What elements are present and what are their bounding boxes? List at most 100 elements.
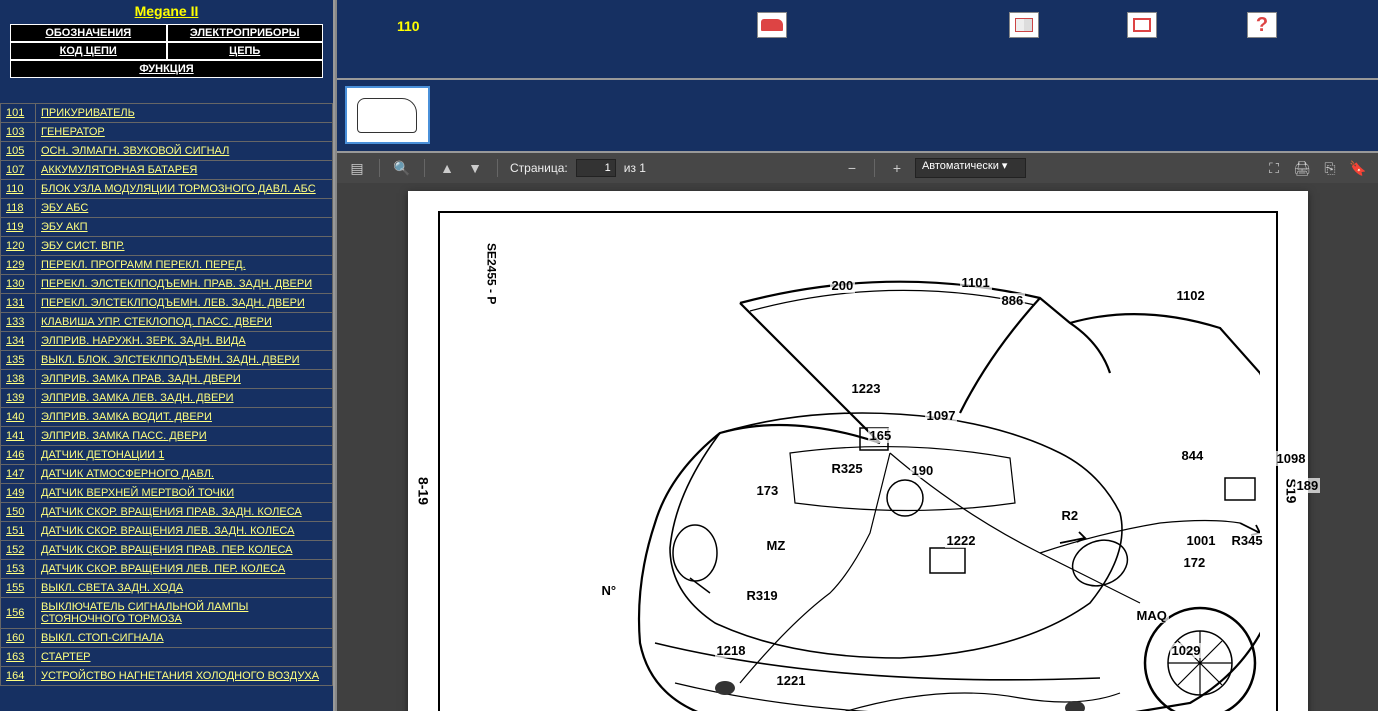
desc-cell[interactable]: ПЕРЕКЛ. ЭЛСТЕКЛПОДЪЕМН. ПРАВ. ЗАДН. ДВЕР… (36, 275, 333, 294)
sidebar-row[interactable]: 101 ПРИКУРИВАТЕЛЬ (1, 104, 333, 123)
desc-cell[interactable]: ДАТЧИК АТМОСФЕРНОГО ДАВЛ. (36, 465, 333, 484)
sidebar-row[interactable]: 153ДАТЧИК СКОР. ВРАЩЕНИЯ ЛЕВ. ПЕР. КОЛЕС… (1, 560, 333, 579)
code-link[interactable]: 103 (6, 126, 24, 138)
sidebar-row[interactable]: 163СТАРТЕР (1, 648, 333, 667)
code-link[interactable]: 139 (6, 392, 24, 404)
page-thumbnail[interactable] (345, 86, 430, 144)
code-link[interactable]: 141 (6, 430, 24, 442)
code-link[interactable]: 134 (6, 335, 24, 347)
download-icon[interactable]: ⎘ (1320, 158, 1340, 178)
sidebar-row[interactable]: 149 ДАТЧИК ВЕРХНЕЙ МЕРТВОЙ ТОЧКИ (1, 484, 333, 503)
sidebar-row[interactable]: 120 ЭБУ СИСТ. ВПР. (1, 237, 333, 256)
code-link[interactable]: 105 (6, 145, 24, 157)
sidebar-row[interactable]: 118 ЭБУ АБС (1, 199, 333, 218)
code-link[interactable]: 118 (6, 202, 24, 214)
desc-cell[interactable]: ДАТЧИК СКОР. ВРАЩЕНИЯ ЛЕВ. ПЕР. КОЛЕСА (36, 560, 333, 579)
sidebar-row[interactable]: 129 ПЕРЕКЛ. ПРОГРАММ ПЕРЕКЛ. ПЕРЕД. (1, 256, 333, 275)
next-page-icon[interactable]: ▼ (465, 158, 485, 178)
sidebar-row[interactable]: 107 АККУМУЛЯТОРНАЯ БАТАРЕЯ (1, 161, 333, 180)
nav-oboznacheniya[interactable]: ОБОЗНАЧЕНИЯ (10, 24, 167, 42)
desc-cell[interactable]: ВЫКЛ. БЛОК. ЭЛСТЕКЛПОДЪЕМН. ЗАДН. ДВЕРИ (36, 351, 333, 370)
sidebar-row[interactable]: 130 ПЕРЕКЛ. ЭЛСТЕКЛПОДЪЕМН. ПРАВ. ЗАДН. Д… (1, 275, 333, 294)
nav-elektropribory[interactable]: ЭЛЕКТРОПРИБОРЫ (167, 24, 324, 42)
code-link[interactable]: 138 (6, 373, 24, 385)
desc-cell[interactable]: ЭБУ АБС (36, 199, 333, 218)
code-link[interactable]: 163 (6, 651, 24, 663)
nav-kod-tsepi[interactable]: КОД ЦЕПИ (10, 42, 167, 60)
desc-cell[interactable]: ДАТЧИК СКОР. ВРАЩЕНИЯ ПРАВ. ЗАДН. КОЛЕСА (36, 503, 333, 522)
sidebar-row[interactable]: 135 ВЫКЛ. БЛОК. ЭЛСТЕКЛПОДЪЕМН. ЗАДН. ДВЕ… (1, 351, 333, 370)
sidebar-row[interactable]: 131 ПЕРЕКЛ. ЭЛСТЕКЛПОДЪЕМН. ЛЕВ. ЗАДН. ДВ… (1, 294, 333, 313)
code-link[interactable]: 101 (6, 107, 24, 119)
desc-cell[interactable]: ДАТЧИК ДЕТОНАЦИИ 1 (36, 446, 333, 465)
code-link[interactable]: 150 (6, 506, 24, 518)
code-link[interactable]: 120 (6, 240, 24, 252)
code-link[interactable]: 149 (6, 487, 24, 499)
sidebar-row[interactable]: 150 ДАТЧИК СКОР. ВРАЩЕНИЯ ПРАВ. ЗАДН. КОЛ… (1, 503, 333, 522)
pdf-content-area[interactable]: 8-19 S19 SE2455 - P (337, 183, 1378, 711)
desc-cell[interactable]: БЛОК УЗЛА МОДУЛЯЦИИ ТОРМОЗНОГО ДАВЛ. АБС (36, 180, 333, 199)
code-link[interactable]: 133 (6, 316, 24, 328)
sidebar-row[interactable]: 134 ЭЛПРИВ. НАРУЖН. ЗЕРК. ЗАДН. ВИДА (1, 332, 333, 351)
code-link[interactable]: 119 (6, 221, 24, 233)
code-link[interactable]: 135 (6, 354, 24, 366)
code-link[interactable]: 107 (6, 164, 24, 176)
desc-cell[interactable]: ПЕРЕКЛ. ЭЛСТЕКЛПОДЪЕМН. ЛЕВ. ЗАДН. ДВЕРИ (36, 294, 333, 313)
desc-cell[interactable]: ВЫКЛЮЧАТЕЛЬ СИГНАЛЬНОЙ ЛАМПЫ СТОЯНОЧНОГО… (36, 598, 333, 629)
nav-funktsiya[interactable]: ФУНКЦИЯ (10, 60, 323, 78)
desc-cell[interactable]: ОСН. ЭЛМАГН. ЗВУКОВОЙ СИГНАЛ (36, 142, 333, 161)
manual-icon[interactable] (1009, 12, 1039, 38)
code-link[interactable]: 155 (6, 582, 24, 594)
desc-cell[interactable]: ЭЛПРИВ. НАРУЖН. ЗЕРК. ЗАДН. ВИДА (36, 332, 333, 351)
zoom-select[interactable]: Автоматически ▾ (915, 158, 1026, 178)
desc-cell[interactable]: ПЕРЕКЛ. ПРОГРАММ ПЕРЕКЛ. ПЕРЕД. (36, 256, 333, 275)
desc-cell[interactable]: УСТРОЙСТВО НАГНЕТАНИЯ ХОЛОДНОГО ВОЗДУХА (36, 667, 333, 686)
desc-cell[interactable]: ЭБУ СИСТ. ВПР. (36, 237, 333, 256)
code-link[interactable]: 110 (6, 183, 24, 195)
code-link[interactable]: 140 (6, 411, 24, 423)
sidebar-row[interactable]: 156 ВЫКЛЮЧАТЕЛЬ СИГНАЛЬНОЙ ЛАМПЫ СТОЯНОЧН… (1, 598, 333, 629)
code-link[interactable]: 156 (6, 607, 24, 619)
fullscreen-icon[interactable]: ⛶ (1264, 158, 1284, 178)
sidebar-row[interactable]: 105 ОСН. ЭЛМАГН. ЗВУКОВОЙ СИГНАЛ (1, 142, 333, 161)
desc-cell[interactable]: АККУМУЛЯТОРНАЯ БАТАРЕЯ (36, 161, 333, 180)
sidebar-row[interactable]: 103ГЕНЕРАТОР (1, 123, 333, 142)
help-icon[interactable]: ? (1247, 12, 1277, 38)
sidebar-row[interactable]: 119 ЭБУ АКП (1, 218, 333, 237)
prev-page-icon[interactable]: ▲ (437, 158, 457, 178)
sidebar-row[interactable]: 141ЭЛПРИВ. ЗАМКА ПАСС. ДВЕРИ (1, 427, 333, 446)
page-input[interactable] (576, 159, 616, 177)
sidebar-row[interactable]: 155 ВЫКЛ. СВЕТА ЗАДН. ХОДА (1, 579, 333, 598)
code-link[interactable]: 129 (6, 259, 24, 271)
sidebar-row[interactable]: 152 ДАТЧИК СКОР. ВРАЩЕНИЯ ПРАВ. ПЕР. КОЛЕ… (1, 541, 333, 560)
vehicle-icon[interactable] (757, 12, 787, 38)
desc-cell[interactable]: ЭБУ АКП (36, 218, 333, 237)
code-link[interactable]: 160 (6, 632, 24, 644)
sidebar-row[interactable]: 151ДАТЧИК СКОР. ВРАЩЕНИЯ ЛЕВ. ЗАДН. КОЛЕ… (1, 522, 333, 541)
sidebar-row[interactable]: 146 ДАТЧИК ДЕТОНАЦИИ 1 (1, 446, 333, 465)
code-link[interactable]: 147 (6, 468, 24, 480)
title-link[interactable]: Megane II (135, 3, 199, 19)
desc-cell[interactable]: ДАТЧИК ВЕРХНЕЙ МЕРТВОЙ ТОЧКИ (36, 484, 333, 503)
sidebar-row[interactable]: 133КЛАВИША УПР. СТЕКЛОПОД. ПАСС. ДВЕРИ (1, 313, 333, 332)
search-icon[interactable]: 🔍 (392, 158, 412, 178)
desc-cell[interactable]: ПРИКУРИВАТЕЛЬ (36, 104, 333, 123)
code-link[interactable]: 146 (6, 449, 24, 461)
sidebar-row[interactable]: 147 ДАТЧИК АТМОСФЕРНОГО ДАВЛ. (1, 465, 333, 484)
code-link[interactable]: 130 (6, 278, 24, 290)
sidebar-row[interactable]: 139ЭЛПРИВ. ЗАМКА ЛЕВ. ЗАДН. ДВЕРИ (1, 389, 333, 408)
code-link[interactable]: 131 (6, 297, 24, 309)
sidebar-row[interactable]: 110 БЛОК УЗЛА МОДУЛЯЦИИ ТОРМОЗНОГО ДАВЛ. … (1, 180, 333, 199)
desc-cell[interactable]: ВЫКЛ. СВЕТА ЗАДН. ХОДА (36, 579, 333, 598)
sidebar-row[interactable]: 138 ЭЛПРИВ. ЗАМКА ПРАВ. ЗАДН. ДВЕРИ (1, 370, 333, 389)
desc-cell[interactable]: ДАТЧИК СКОР. ВРАЩЕНИЯ ПРАВ. ПЕР. КОЛЕСА (36, 541, 333, 560)
desc-cell[interactable]: ЭЛПРИВ. ЗАМКА ВОДИТ. ДВЕРИ (36, 408, 333, 427)
desc-cell[interactable]: ВЫКЛ. СТОП-СИГНАЛА (36, 629, 333, 648)
code-link[interactable]: 152 (6, 544, 24, 556)
sidebar-row[interactable]: 164УСТРОЙСТВО НАГНЕТАНИЯ ХОЛОДНОГО ВОЗДУ… (1, 667, 333, 686)
sidebar-toggle-icon[interactable]: ▤ (347, 158, 367, 178)
print-icon[interactable]: 🖨 (1292, 158, 1312, 178)
zoom-out-icon[interactable]: − (842, 158, 862, 178)
desc-cell[interactable]: ЭЛПРИВ. ЗАМКА ПРАВ. ЗАДН. ДВЕРИ (36, 370, 333, 389)
code-link[interactable]: 151 (6, 525, 24, 537)
